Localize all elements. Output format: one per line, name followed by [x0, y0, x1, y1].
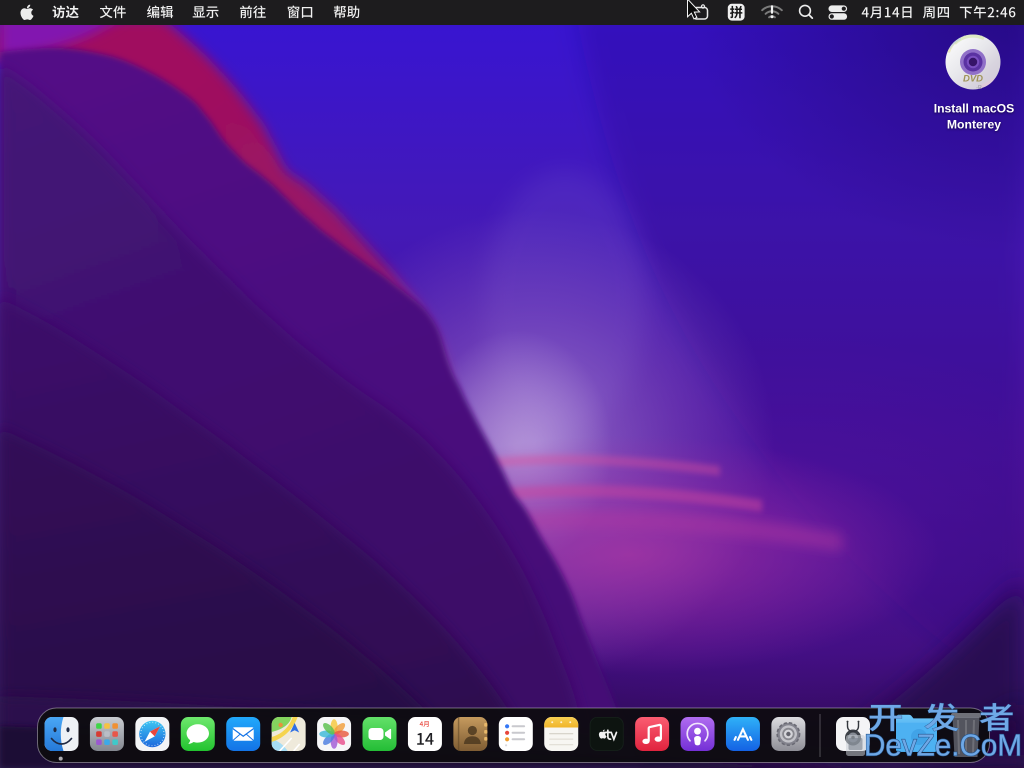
svg-text:-R: -R: [976, 85, 982, 91]
svg-text:Install macOS: Install macOS: [934, 102, 1015, 116]
svg-text:DevZe.CoM: DevZe.CoM: [864, 729, 1022, 763]
svg-text:DVD: DVD: [963, 74, 983, 85]
svg-text:Monterey: Monterey: [947, 118, 1001, 132]
